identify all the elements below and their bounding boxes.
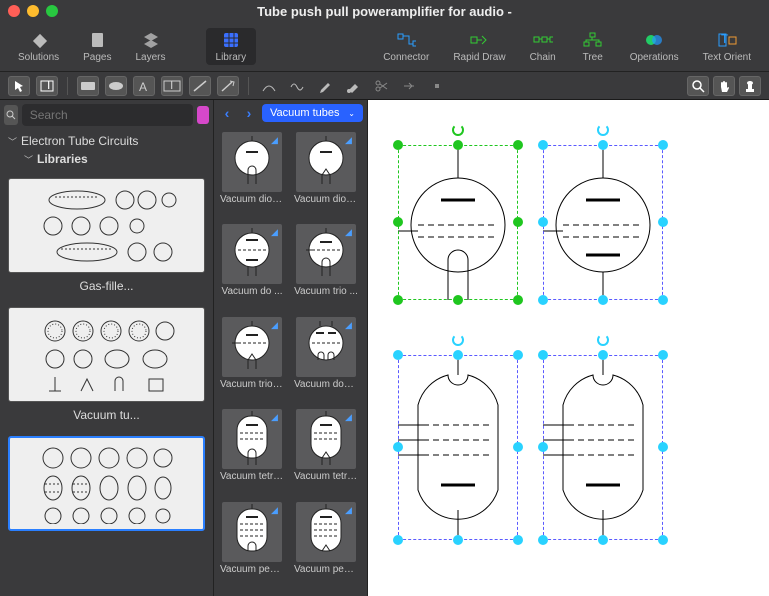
category-dropdown[interactable]: Vacuum tubes ⌄ — [262, 104, 363, 122]
grid-icon — [221, 30, 241, 50]
library-card[interactable] — [8, 307, 205, 402]
svg-text:T: T — [45, 79, 53, 92]
shape-item[interactable]: ◢Vacuum trio ... — [294, 224, 358, 312]
shape-item[interactable]: ◢Vacuum pento ... — [294, 502, 358, 590]
select-tool[interactable] — [8, 76, 30, 96]
vacuum-tube-preview-2 — [37, 444, 177, 524]
shape-item[interactable]: ◢Vacuum dou ... — [294, 317, 358, 405]
shape-grid: ◢Vacuum diod ... ◢Vacuum diod ... ◢Vacuu… — [214, 126, 367, 596]
ellipse-shape[interactable] — [105, 76, 127, 96]
line-tool[interactable] — [189, 76, 211, 96]
text-tool[interactable]: T — [36, 76, 58, 96]
chevron-down-icon: ﹀ — [24, 153, 33, 166]
scissors-tool[interactable] — [370, 76, 392, 96]
tree-libraries[interactable]: ﹀ Libraries — [8, 150, 205, 168]
pages-button[interactable]: Pages — [73, 28, 121, 65]
tree-root[interactable]: ﹀ Electron Tube Circuits — [8, 132, 205, 150]
info-icon: ◢ — [271, 135, 279, 143]
arrow-tool[interactable] — [217, 76, 239, 96]
operations-button[interactable]: Operations — [620, 28, 689, 65]
library-card-label: Vacuum tu... — [8, 408, 205, 422]
left-panel: ﹀ Electron Tube Circuits ﹀ Libraries — [0, 100, 214, 596]
textbox-shape[interactable]: T — [161, 76, 183, 96]
chain-icon — [533, 30, 553, 50]
library-card[interactable] — [8, 178, 205, 273]
nav-back[interactable]: ‹ — [218, 104, 236, 122]
info-icon: ◢ — [345, 135, 353, 143]
zoom-icon[interactable] — [46, 5, 58, 17]
spline-tool[interactable] — [286, 76, 308, 96]
info-icon: ◢ — [271, 227, 279, 235]
shape-item[interactable]: ◢Vacuum tetro ... — [294, 409, 358, 497]
node-tool[interactable] — [426, 76, 448, 96]
shape-item[interactable]: ◢Vacuum diod ... — [294, 132, 358, 220]
shape-item[interactable]: ◢Vacuum diod ... — [220, 132, 284, 220]
canvas[interactable] — [368, 100, 769, 596]
library-button[interactable]: Library — [206, 28, 257, 65]
chevron-down-icon: ⌄ — [348, 109, 355, 118]
main-toolbar: Solutions Pages Layers Library Connector… — [0, 22, 769, 72]
rapid-draw-button[interactable]: Rapid Draw — [443, 28, 515, 65]
solutions-button[interactable]: Solutions — [8, 28, 69, 65]
info-icon: ◢ — [345, 412, 353, 420]
page-icon — [87, 30, 107, 50]
search-toggle[interactable] — [4, 105, 18, 125]
info-icon: ◢ — [345, 320, 353, 328]
operations-icon — [644, 30, 664, 50]
rapid-draw-icon — [469, 30, 489, 50]
info-icon: ◢ — [271, 412, 279, 420]
layers-button[interactable]: Layers — [126, 28, 176, 65]
hand-tool[interactable] — [713, 76, 735, 96]
connector-icon — [396, 30, 416, 50]
nav-forward[interactable]: › — [240, 104, 258, 122]
text-orient-button[interactable]: T Text Orient — [693, 28, 761, 65]
tree-button[interactable]: Tree — [570, 28, 616, 65]
color-swatch[interactable] — [197, 106, 209, 124]
minimize-icon[interactable] — [27, 5, 39, 17]
info-icon: ◢ — [271, 320, 279, 328]
text-shape[interactable]: A — [133, 76, 155, 96]
library-tree: ﹀ Electron Tube Circuits ﹀ Libraries — [0, 130, 213, 170]
canvas-shape-selected[interactable] — [398, 340, 518, 555]
rect-shape[interactable] — [77, 76, 99, 96]
info-icon: ◢ — [271, 505, 279, 513]
layers-icon — [141, 30, 161, 50]
vacuum-tube-preview — [37, 315, 177, 395]
sub-toolbar: T A T — [0, 72, 769, 100]
anchor-tool[interactable] — [398, 76, 420, 96]
gas-filled-preview — [37, 186, 177, 266]
curve-tool[interactable] — [258, 76, 280, 96]
chain-button[interactable]: Chain — [520, 28, 566, 65]
library-cards: Gas-fille... Vacuum tu... — [0, 170, 213, 596]
svg-text:T: T — [721, 32, 729, 46]
stamp-tool[interactable] — [739, 76, 761, 96]
titlebar: Tube push pull poweramplifier for audio … — [0, 0, 769, 22]
library-card-selected[interactable] — [8, 436, 205, 531]
shape-item[interactable]: ◢Vacuum triod ... — [220, 317, 284, 405]
chevron-down-icon: ﹀ — [8, 135, 17, 148]
shapes-panel: ‹ › Vacuum tubes ⌄ ◢Vacuum diod ... ◢Vac… — [214, 100, 368, 596]
svg-text:T: T — [168, 79, 176, 92]
search-input[interactable] — [22, 104, 193, 126]
search-tool[interactable] — [687, 76, 709, 96]
pen-tool[interactable] — [314, 76, 336, 96]
canvas-shape-selected[interactable] — [543, 340, 663, 555]
svg-text:A: A — [139, 80, 147, 93]
shape-item[interactable]: ◢Vacuum pent ... — [220, 502, 284, 590]
tree-icon — [583, 30, 603, 50]
canvas-shape-selected[interactable] — [398, 130, 518, 315]
connector-button[interactable]: Connector — [373, 28, 439, 65]
info-icon: ◢ — [345, 227, 353, 235]
window-title: Tube push pull poweramplifier for audio … — [257, 4, 512, 19]
canvas-shape-selected[interactable] — [543, 130, 663, 315]
shape-item[interactable]: ◢Vacuum tetr ... — [220, 409, 284, 497]
text-orient-icon: T — [717, 30, 737, 50]
shape-item[interactable]: ◢Vacuum do ... — [220, 224, 284, 312]
brush-tool[interactable] — [342, 76, 364, 96]
diamond-icon — [29, 30, 49, 50]
close-icon[interactable] — [8, 5, 20, 17]
library-card-label: Gas-fille... — [8, 279, 205, 293]
info-icon: ◢ — [345, 505, 353, 513]
